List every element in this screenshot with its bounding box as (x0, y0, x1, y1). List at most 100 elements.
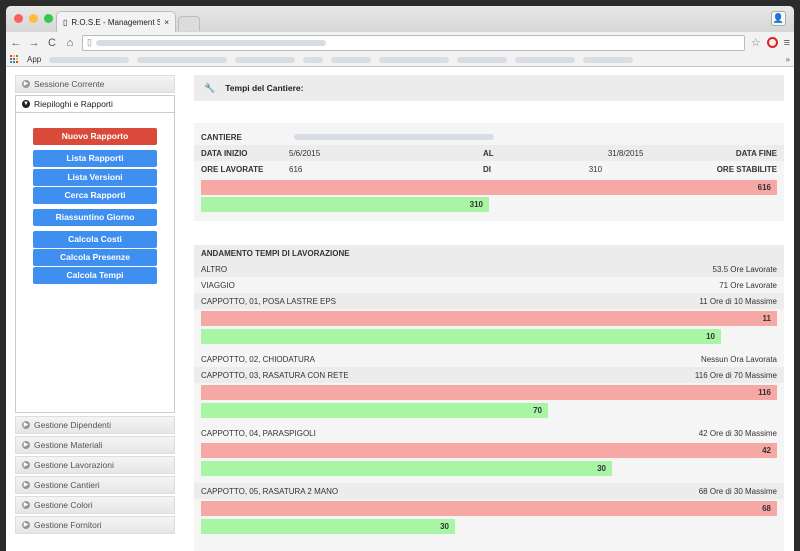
new-tab-button[interactable] (178, 16, 200, 31)
page-icon: ▯ (63, 17, 68, 27)
nuovo-rapporto-button[interactable]: Nuovo Rapporto (33, 128, 157, 145)
sidebar-item-label: Gestione Cantieri (34, 480, 100, 490)
riassuntino-giorno-button[interactable]: Riassuntino Giorno (33, 209, 157, 226)
bookmark-item[interactable] (137, 56, 228, 63)
bookmark-item[interactable] (457, 56, 508, 63)
forward-icon[interactable]: → (28, 37, 40, 49)
lavorazione-summary: 71 Ore Lavorate (719, 280, 777, 290)
sidebar-item-gestione-fornitori[interactable]: ▶ Gestione Fornitori (15, 516, 175, 534)
calcola-presenze-button[interactable]: Calcola Presenze (33, 249, 157, 266)
bookmark-item[interactable] (379, 56, 450, 63)
chevron-right-icon: ▶ (22, 441, 30, 449)
ore-lavorate-bar: 116 (201, 385, 777, 400)
bookmark-item[interactable] (515, 56, 576, 63)
andamento-title: ANDAMENTO TEMPI DI LAVORAZIONE (194, 245, 784, 261)
cantiere-label: CANTIERE (201, 132, 242, 142)
lavorazione-name: CAPPOTTO, 03, RASATURA CON RETE (201, 370, 349, 380)
ore-lavorate-bar: 68 (201, 501, 777, 516)
home-icon[interactable]: ⌂ (64, 37, 76, 49)
back-icon[interactable]: ← (10, 37, 22, 49)
lavorazione-name: CAPPOTTO, 02, CHIODATURA (201, 354, 315, 364)
sidebar-item-gestione-colori[interactable]: ▶ Gestione Colori (15, 496, 175, 514)
chevron-right-icon: ▶ (22, 421, 30, 429)
al-value: 31/8/2015 (607, 148, 644, 158)
andamento-section: ANDAMENTO TEMPI DI LAVORAZIONE ALTRO 53.5… (194, 245, 784, 551)
ore-lavorate-bar: 42 (201, 443, 777, 458)
window-controls (14, 14, 53, 23)
page-title: Tempi del Cantiere: (225, 83, 304, 93)
browser-toolbar: ← → C ⌂ ▯ ☆ ≡ (6, 32, 794, 53)
chevron-right-icon: ▶ (22, 501, 30, 509)
sidebar-item-label: Riepiloghi e Rapporti (34, 99, 113, 109)
sidebar-item-gestione-cantieri[interactable]: ▶ Gestione Cantieri (15, 476, 175, 494)
sidebar-item-sessione-corrente[interactable]: ▶ Sessione Corrente (15, 75, 175, 93)
cerca-rapporti-button[interactable]: Cerca Rapporti (33, 187, 157, 204)
bookmark-item[interactable] (583, 56, 634, 63)
lavorazione-summary: Nessun Ora Lavorata (700, 354, 777, 364)
profile-icon[interactable]: 👤 (771, 11, 786, 26)
lista-rapporti-button[interactable]: Lista Rapporti (33, 150, 157, 167)
wrench-icon: 🔧 (204, 82, 216, 93)
chevron-right-icon: ▶ (22, 521, 30, 529)
lavorazione-summary: 68 Ore di 30 Massime (698, 486, 777, 496)
chevron-down-icon: ▼ (22, 100, 30, 108)
ore-lavorate-value: 616 (289, 164, 303, 174)
section-header: 🔧 Tempi del Cantiere: (194, 75, 784, 101)
data-inizio-label: DATA INIZIO (201, 148, 248, 158)
ore-massime-bar: 30 (201, 461, 612, 476)
al-label: AL (483, 148, 494, 158)
browser-tab[interactable]: ▯ R.O.S.E - Management Syst × (56, 11, 176, 32)
lavorazione-summary: 116 Ore di 70 Massime (694, 370, 777, 380)
ore-stabilite-label: ORE STABILITE (716, 164, 777, 174)
lavorazione-summary: 42 Ore di 30 Massime (698, 428, 777, 438)
sidebar-item-label: Gestione Lavorazioni (34, 460, 114, 470)
sidebar-item-gestione-materiali[interactable]: ▶ Gestione Materiali (15, 436, 175, 454)
calcola-tempi-button[interactable]: Calcola Tempi (33, 267, 157, 284)
opera-icon[interactable] (766, 37, 778, 48)
ore-massime-bar: 10 (201, 329, 721, 344)
maximize-window-button[interactable] (44, 14, 53, 23)
lavorazione-row: ALTRO 53.5 Ore Lavorate (194, 261, 784, 277)
sidebar-item-riepiloghi-rapporti[interactable]: ▼ Riepiloghi e Rapporti (15, 95, 175, 113)
chevron-right-icon: ▶ (22, 461, 30, 469)
bookmarks-bar: App » (6, 53, 794, 67)
close-tab-icon[interactable]: × (164, 18, 169, 27)
address-bar[interactable]: ▯ (82, 34, 745, 51)
lavorazione-name: ALTRO (201, 264, 228, 274)
minimize-window-button[interactable] (29, 14, 38, 23)
close-window-button[interactable] (14, 14, 23, 23)
date-row: DATA INIZIO 5/6/2015 AL 31/8/2015 DATA F… (194, 145, 784, 161)
bookmark-item[interactable] (235, 56, 296, 63)
data-fine-label: DATA FINE (735, 148, 777, 158)
menu-icon[interactable]: ≡ (784, 37, 790, 49)
calcola-costi-button[interactable]: Calcola Costi (33, 231, 157, 248)
lavorazione-summary: 53.5 Ore Lavorate (712, 264, 777, 274)
lista-versioni-button[interactable]: Lista Versioni (33, 169, 157, 186)
lavorazione-row: CAPPOTTO, 05, RASATURA 2 MANO 68 Ore di 3… (194, 483, 784, 499)
sidebar-item-gestione-lavorazioni[interactable]: ▶ Gestione Lavorazioni (15, 456, 175, 474)
lavorazione-row: CAPPOTTO, 04, PARASPIGOLI 42 Ore di 30 Ma… (194, 425, 784, 441)
sidebar-item-label: Gestione Materiali (34, 440, 103, 450)
bookmark-star-icon[interactable]: ☆ (751, 36, 761, 49)
lavorazione-row: CAPPOTTO, 03, RASATURA CON RETE 116 Ore d… (194, 367, 784, 383)
bookmarks-overflow-icon[interactable]: » (786, 55, 790, 64)
lavorazione-name: CAPPOTTO, 01, POSA LASTRE EPS (201, 296, 337, 306)
chevron-right-icon: ▶ (22, 80, 30, 88)
sidebar-item-label: Sessione Corrente (34, 79, 105, 89)
apps-icon[interactable] (10, 55, 19, 64)
bookmark-item[interactable] (331, 56, 372, 63)
reload-icon[interactable]: C (46, 37, 58, 49)
browser-window: ▯ R.O.S.E - Management Syst × 👤 ← → C ⌂ … (6, 6, 794, 551)
bookmark-item[interactable] (303, 56, 324, 63)
sidebar-item-label: Gestione Fornitori (34, 520, 102, 530)
sidebar: ▶ Sessione Corrente ▼ Riepiloghi e Rappo… (15, 75, 175, 536)
main-panel: 🔧 Tempi del Cantiere: CANTIERE DATA INIZ… (194, 75, 784, 551)
lavorazione-row: CAPPOTTO, 02, CHIODATURA Nessun Ora Lavor… (194, 351, 784, 367)
sidebar-item-gestione-dipendenti[interactable]: ▶ Gestione Dipendenti (15, 416, 175, 434)
sidebar-item-label: Gestione Colori (34, 500, 93, 510)
page-icon: ▯ (87, 37, 92, 47)
ore-massime-bar: 70 (201, 403, 548, 418)
ore-stabilite-bar: 310 (201, 197, 489, 212)
apps-label[interactable]: App (27, 55, 41, 64)
bookmark-item[interactable] (49, 56, 130, 63)
